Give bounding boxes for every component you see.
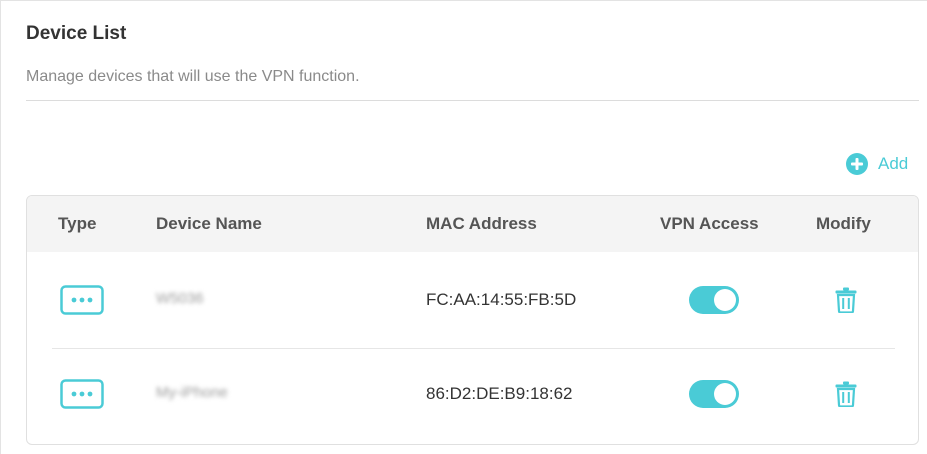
plus-circle-icon [846,153,868,175]
toggle-knob [714,383,736,405]
trash-icon[interactable] [835,381,857,407]
device-table: Type Device Name MAC Address VPN Access … [26,195,919,445]
column-header-device-name: Device Name [156,214,262,233]
mac-address: FC:AA:14:55:FB:5D [426,290,577,309]
column-header-mac-address: MAC Address [426,214,537,233]
page-title: Device List [26,23,127,44]
column-header-vpn-access: VPN Access [660,214,759,233]
other-device-icon [60,285,104,315]
table-row: W5036 FC:AA:14:55:FB:5D [27,252,918,348]
device-name: My-iPhone [156,384,228,401]
add-label: Add [878,154,909,173]
table-row: My-iPhone 86:D2:DE:B9:18:62 [27,349,918,444]
trash-icon[interactable] [835,287,857,313]
column-header-modify: Modify [816,214,871,233]
device-list-panel: Device List Manage devices that will use… [0,0,927,454]
column-header-type: Type [58,214,97,233]
other-device-icon [60,379,104,409]
section-divider [26,100,919,101]
page-subtitle: Manage devices that will use the VPN fun… [26,68,360,85]
add-device-button[interactable]: Add [846,153,908,175]
device-name: W5036 [156,290,204,307]
toggle-knob [714,289,736,311]
mac-address: 86:D2:DE:B9:18:62 [426,384,573,403]
table-header: Type Device Name MAC Address VPN Access … [27,196,918,252]
vpn-access-toggle[interactable] [689,286,739,314]
vpn-access-toggle[interactable] [689,380,739,408]
